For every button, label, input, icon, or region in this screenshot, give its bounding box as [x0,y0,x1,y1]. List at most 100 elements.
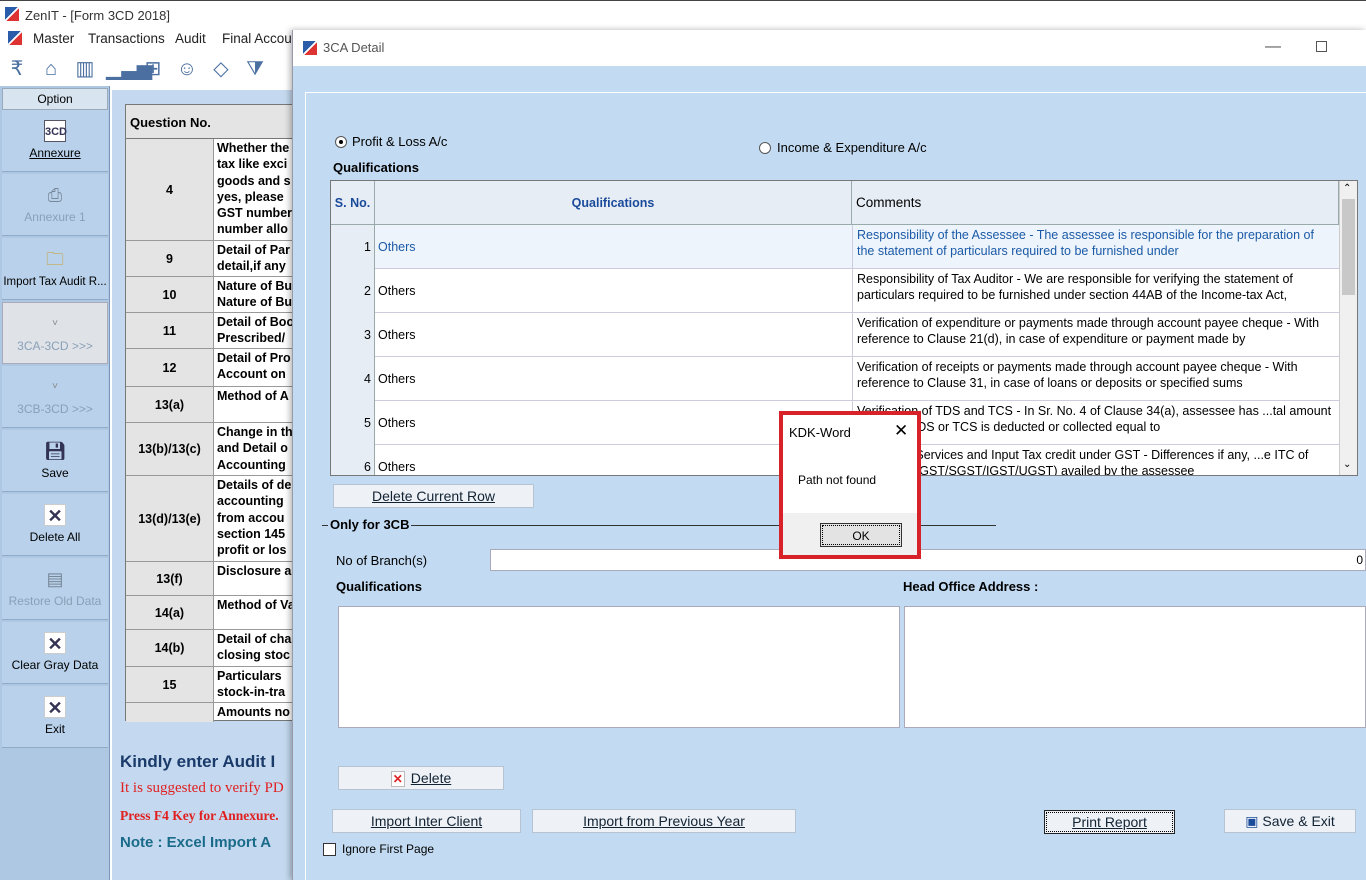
profit-loss-label: Profit & Loss A/c [352,134,448,149]
suggestion-text: It is suggested to verify PD [120,780,284,796]
menubar: Master Transactions Audit Final Accou [0,28,300,50]
sidebar-item-label: Import Tax Audit R... [3,276,107,288]
alert-message: Path not found [798,473,877,487]
delete-button[interactable]: ✕ Delete [338,766,504,790]
menu-final-accounts[interactable]: Final Accou [222,31,292,46]
table-row[interactable]: Amounts no [126,703,296,722]
tag-icon[interactable]: ◇ [208,56,234,82]
dialog-titlebar: 3CA Detail — [293,30,1366,66]
note-text: Note : Excel Import A [120,834,272,851]
head-office-address-label: Head Office Address : [903,579,1039,594]
grid-scrollbar[interactable]: ⌃ ⌄ [1339,181,1357,475]
sno-header: S. No. [331,181,375,225]
sidebar-annexure-button[interactable]: 3CD Annexure [2,110,108,172]
sidebar-restore-old-data-button[interactable]: ▤ Restore Old Data [2,558,108,620]
import-inter-client-button[interactable]: Import Inter Client [332,809,521,833]
sidebar-item-label: Annexure [29,146,81,160]
branches-input[interactable]: 0 [490,549,1366,571]
home-icon[interactable]: ⌂ [38,56,64,82]
bar-chart-icon[interactable]: ▁▃▅ [106,56,152,82]
sidebar-item-label: 3CB-3CD >>> [17,402,93,416]
scrollbar-thumb[interactable] [1342,199,1355,295]
profit-loss-radio[interactable] [335,136,347,148]
sidebar-item-label: Clear Gray Data [11,658,99,672]
only-3cb-heading: Only for 3CB [328,517,412,532]
table-row[interactable]: 4 Whether the tax like exci goods and s y… [126,139,296,241]
folder-add-icon: 🗀 [46,249,64,269]
delete-current-row-button[interactable]: Delete Current Row [333,484,534,508]
app-logo-icon [5,7,19,21]
x-icon: ✕ [390,771,405,787]
printer-icon: ⎙ [47,185,63,205]
ignore-first-page-checkbox[interactable] [323,843,336,856]
table-row[interactable]: 14(b) Detail of cha closing stoc [126,630,296,667]
qualifications-3cb-textarea[interactable] [338,606,900,728]
close-icon[interactable]: ✕ [894,421,908,441]
table-row[interactable]: 13(b)/13(c) Change in th and Detail o Acc… [126,423,296,476]
maximize-icon[interactable] [1316,41,1327,52]
table-row[interactable]: 13(a) Method of A [126,387,296,423]
comments-header: Comments [852,181,1339,225]
income-expenditure-radio[interactable] [759,142,771,154]
qualifications-header: Qualifications [375,181,852,225]
table-row[interactable]: 4 Others Verification of receipts or payme… [331,357,1339,401]
ignore-first-page-label: Ignore First Page [342,842,435,856]
print-report-button[interactable]: Print Report [1044,810,1175,834]
income-expenditure-label: Income & Expenditure A/c [777,140,927,155]
save-exit-button[interactable]: ▣ Save & Exit [1224,809,1356,833]
sidebar-header: Option [2,88,108,110]
app-logo-icon [303,41,317,55]
sidebar-delete-all-button[interactable]: ✕ Delete All [2,494,108,556]
rupee-icon[interactable]: ₹ [4,56,30,82]
x-icon: ✕ [44,632,66,654]
x-icon: ✕ [44,696,66,718]
sidebar-clear-gray-data-button[interactable]: ✕ Clear Gray Data [2,622,108,684]
table-row[interactable]: 3 Others Verification of expenditure or pa… [331,313,1339,357]
table-row[interactable]: 11 Detail of Boo Prescribed/ [126,313,296,349]
table-row[interactable]: 2 Others Responsibility of Tax Auditor - W… [331,269,1339,313]
filter-icon[interactable]: ⧩ [242,56,268,82]
head-office-address-textarea[interactable] [904,606,1366,728]
chevron-down-icon: ˅ [52,318,58,329]
alert-title: KDK-Word [789,425,851,440]
table-row[interactable]: 13(d)/13(e) Details of de accounting from… [126,476,296,562]
sidebar-3cb-3cd-button[interactable]: ˅ 3CB-3CD >>> [2,366,108,428]
qualifications-3cb-label: Qualifications [336,579,422,594]
app-title: ZenIT - [Form 3CD 2018] [25,8,170,23]
menu-transactions[interactable]: Transactions [88,31,165,46]
chevron-up-icon[interactable]: ⌃ [1343,183,1351,194]
menu-audit[interactable]: Audit [175,31,206,46]
x-icon: ✕ [44,504,66,526]
sidebar-annexure1-button[interactable]: ⎙ Annexure 1 [2,174,108,236]
table-row[interactable]: 13(f) Disclosure a [126,562,296,596]
ok-button[interactable]: OK [820,523,902,547]
branches-label: No of Branch(s) [336,553,428,568]
import-previous-year-button[interactable]: Import from Previous Year [532,809,796,833]
save-icon: ▣ [1245,813,1259,829]
table-row[interactable]: 9 Detail of Par detail,if any [126,241,296,277]
question-no-header: Question No. [126,105,296,139]
gift-icon[interactable]: ⊞ [140,56,166,82]
sidebar-import-tax-audit-button[interactable]: 🗀 Import Tax Audit R... [2,238,108,300]
sidebar-exit-button[interactable]: ✕ Exit [2,686,108,748]
qualifications-heading: Qualifications [333,160,419,175]
sidebar-item-label: 3CA-3CD >>> [17,339,93,353]
sidebar-item-label: Save [41,466,69,480]
kindly-enter-text: Kindly enter Audit I [120,752,276,771]
kdk-word-alert: KDK-Word ✕ Path not found OK [779,411,921,559]
toolbar: ₹ ⌂ ▥ ▁▃▅ ⊞ ☺ ◇ ⧩ [0,52,300,86]
table-row[interactable]: 15 Particulars stock-in-tra [126,667,296,703]
3cd-icon: 3CD [44,120,67,142]
sidebar-3ca-3cd-button[interactable]: ˅ 3CA-3CD >>> [2,302,108,364]
building-icon[interactable]: ▥ [72,56,98,82]
minimize-icon[interactable]: — [1265,38,1281,56]
chevron-down-icon[interactable]: ⌄ [1343,459,1351,470]
table-row[interactable]: 12 Detail of Pro Account on [126,349,296,387]
sidebar-save-button[interactable]: 💾︎ Save [2,430,108,492]
table-row[interactable]: 14(a) Method of Va [126,596,296,630]
menu-master[interactable]: Master [33,31,74,46]
table-row[interactable]: 10 Nature of Bu Nature of Bu [126,277,296,313]
users-icon[interactable]: ☺ [174,56,200,82]
question-grid: Question No. 4 Whether the tax like exci … [125,104,296,722]
table-row[interactable]: 1 Others Responsibility of the Assessee - … [331,225,1339,269]
